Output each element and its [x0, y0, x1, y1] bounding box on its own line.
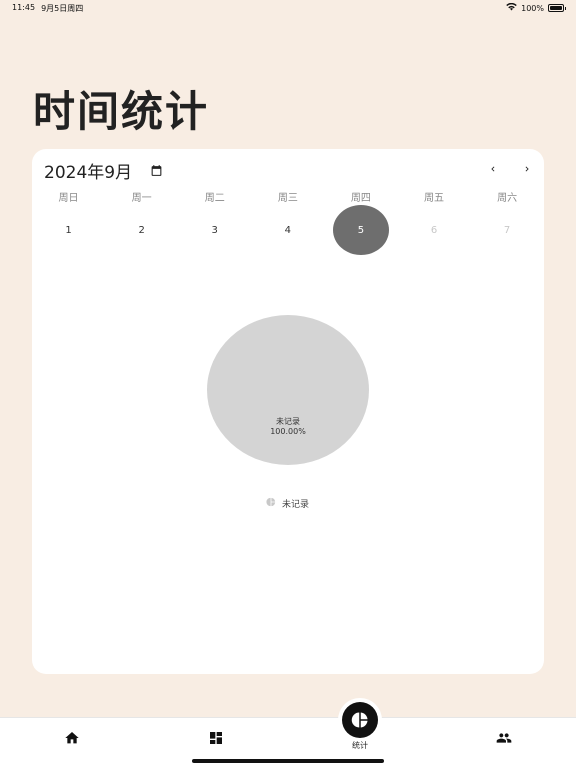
status-left: 11:45 9月5日周四 — [12, 3, 83, 14]
month-header: 2024年9月 — [44, 159, 164, 183]
chevron-right-icon — [525, 166, 529, 172]
status-bar: 11:45 9月5日周四 100% — [0, 0, 576, 16]
date-number: 6 — [430, 224, 438, 236]
status-time: 11:45 — [12, 3, 36, 12]
status-right: 100% — [506, 2, 566, 13]
status-date: 9月5日周四 — [41, 4, 84, 13]
battery-percent: 100% — [521, 3, 544, 13]
people-icon — [496, 733, 512, 743]
pie-slice-unrecorded: 未记录 100.00% — [207, 315, 369, 465]
weekday-label: 周六 — [497, 193, 518, 204]
weekday-label: 周一 — [131, 193, 152, 204]
battery-icon — [548, 4, 566, 12]
date-cell-future: 7 — [471, 205, 544, 255]
legend-label: 未记录 — [282, 500, 310, 510]
date-cell-selected[interactable]: 5 — [324, 205, 397, 255]
date-number: 5 — [332, 205, 389, 255]
next-month-button[interactable] — [517, 159, 537, 179]
date-cell-future: 6 — [397, 205, 470, 255]
tab-stats-label: 统计 — [352, 741, 368, 750]
date-cell[interactable]: 4 — [251, 205, 324, 255]
stats-card: 2024年9月 周日 周一 周二 周三 周四 周五 周六 1 2 3 4 5 6… — [32, 149, 544, 674]
stats-tab-bubble — [342, 702, 378, 738]
prev-month-button[interactable] — [483, 159, 503, 179]
date-row: 1 2 3 4 5 6 7 — [32, 205, 544, 255]
weekday-label: 周三 — [277, 193, 298, 204]
chevron-left-icon — [491, 166, 495, 172]
battery-fill — [550, 6, 562, 10]
weekday-label: 周四 — [350, 193, 371, 204]
pie-chart-icon — [266, 497, 276, 510]
tab-people[interactable] — [492, 728, 516, 748]
tab-stats[interactable]: 统计 — [340, 702, 380, 751]
pie-chart-icon — [351, 712, 368, 728]
tab-dashboard[interactable] — [204, 728, 228, 748]
weekday-label: 周二 — [204, 193, 225, 204]
chart-legend: 未记录 — [266, 497, 309, 510]
pie-data-label: 未记录 100.00% — [207, 417, 369, 437]
date-number: 7 — [503, 224, 511, 236]
calendar-icon[interactable] — [150, 163, 164, 177]
date-cell[interactable]: 3 — [178, 205, 251, 255]
home-icon — [65, 732, 79, 744]
weekday-label: 周五 — [424, 193, 445, 204]
month-label: 2024年9月 — [44, 162, 133, 183]
weekday-row: 周日 周一 周二 周三 周四 周五 周六 — [32, 189, 544, 204]
wifi-icon — [506, 2, 517, 13]
home-indicator — [192, 759, 384, 763]
date-number: 1 — [65, 224, 72, 236]
pie-slice-label: 未记录 — [276, 417, 300, 426]
date-cell[interactable]: 1 — [32, 205, 105, 255]
page-title: 时间统计 — [33, 87, 210, 136]
date-number: 3 — [211, 224, 218, 236]
date-number: 2 — [138, 224, 145, 236]
weekday-label: 周日 — [58, 193, 79, 204]
date-cell[interactable]: 2 — [105, 205, 178, 255]
pie-slice-percent: 100.00% — [270, 427, 306, 436]
date-number: 4 — [284, 224, 292, 236]
dashboard-icon — [210, 732, 222, 744]
tab-home[interactable] — [60, 728, 84, 748]
